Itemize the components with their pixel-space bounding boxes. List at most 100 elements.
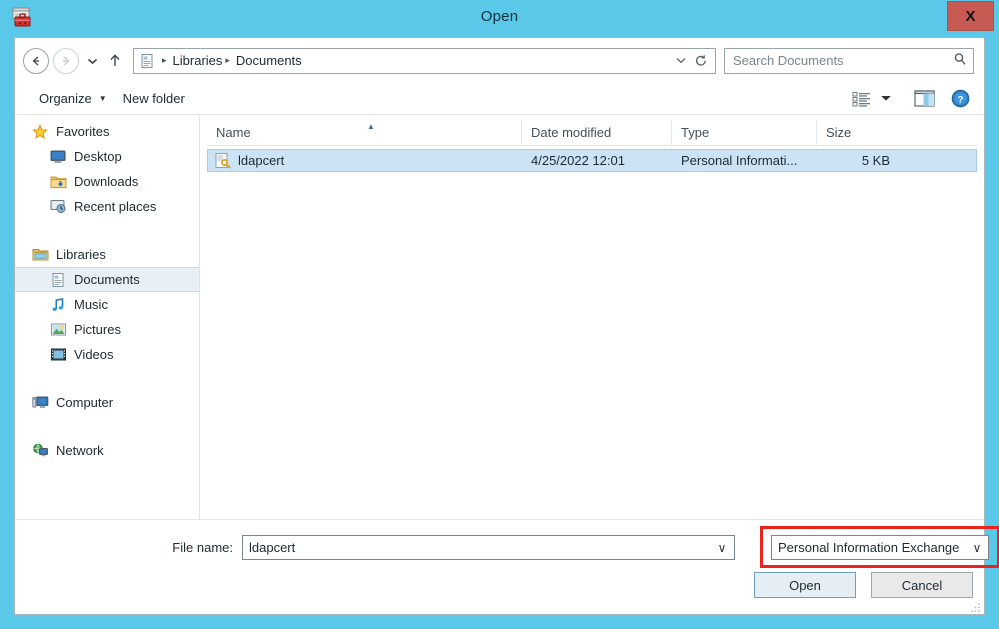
breadcrumb-documents[interactable]: Documents bbox=[236, 53, 302, 68]
search-icon bbox=[953, 52, 967, 69]
new-folder-label: New folder bbox=[122, 91, 185, 106]
cell-size: 5 KB bbox=[861, 153, 890, 168]
nav-group-network: Network bbox=[15, 438, 199, 463]
preview-pane-button[interactable] bbox=[910, 87, 939, 111]
up-one-level-button[interactable] bbox=[103, 49, 127, 73]
star-icon bbox=[31, 123, 49, 140]
breadcrumb-separator-0: ▸ bbox=[162, 55, 167, 65]
sidebar-label: Pictures bbox=[74, 322, 121, 337]
nav-group-computer: Computer bbox=[15, 390, 199, 415]
column-header-name[interactable]: Name ▲ bbox=[207, 120, 522, 145]
chevron-down-icon bbox=[676, 58, 686, 64]
column-header-date-modified[interactable]: Date modified bbox=[522, 120, 672, 145]
column-header-size[interactable]: Size bbox=[817, 120, 897, 145]
forward-button[interactable] bbox=[53, 47, 79, 74]
network-icon bbox=[31, 443, 49, 459]
cancel-button[interactable]: Cancel bbox=[871, 572, 973, 598]
view-options-dropdown[interactable] bbox=[876, 87, 896, 111]
list-view-icon bbox=[852, 91, 870, 107]
breadcrumb-separator-1: ▸ bbox=[225, 55, 230, 65]
file-list-pane: Name ▲ Date modified Type Size ldapcert … bbox=[200, 115, 984, 519]
sidebar-label: Network bbox=[56, 443, 104, 458]
svg-text:?: ? bbox=[958, 94, 964, 105]
table-row[interactable]: ldapcert 4/25/2022 12:01 Personal Inform… bbox=[207, 149, 977, 172]
sort-ascending-icon: ▲ bbox=[367, 122, 375, 131]
cell-name: ldapcert bbox=[208, 152, 523, 170]
chevron-down-icon bbox=[87, 58, 97, 64]
preview-pane-icon bbox=[914, 90, 935, 107]
sidebar-item-libraries[interactable]: Libraries bbox=[15, 242, 199, 267]
recent-places-icon bbox=[49, 199, 67, 215]
downloads-folder-icon bbox=[49, 174, 67, 190]
cell-date-modified: 4/25/2022 12:01 bbox=[531, 153, 625, 168]
open-file-dialog: Open X ▸ Libraries ▸ Documents Search Do… bbox=[0, 0, 999, 629]
dialog-footer: File name: ∨ Personal Information Exchan… bbox=[15, 519, 999, 614]
sidebar-item-recent-places[interactable]: Recent places bbox=[15, 194, 199, 219]
back-arrow-icon bbox=[32, 55, 39, 66]
dialog-body: Favorites Desktop Downloads Recent place… bbox=[15, 114, 984, 519]
close-button[interactable]: X bbox=[947, 1, 994, 31]
dialog-client-area: ▸ Libraries ▸ Documents Search Documents… bbox=[14, 37, 999, 615]
refresh-button[interactable] bbox=[691, 50, 711, 72]
cell-type: Personal Informati... bbox=[681, 153, 798, 168]
resize-grip[interactable] bbox=[968, 599, 982, 613]
navigation-pane: Favorites Desktop Downloads Recent place… bbox=[15, 115, 200, 519]
open-button[interactable]: Open bbox=[754, 572, 856, 598]
chevron-down-icon: ∨ bbox=[972, 540, 982, 555]
address-bar[interactable]: ▸ Libraries ▸ Documents bbox=[133, 47, 716, 74]
chevron-down-icon: ▼ bbox=[98, 94, 107, 103]
sidebar-item-documents[interactable]: Documents bbox=[15, 267, 199, 292]
filename-input[interactable] bbox=[249, 540, 712, 555]
sidebar-label: Recent places bbox=[74, 199, 157, 214]
column-header-type[interactable]: Type bbox=[672, 120, 817, 145]
sidebar-label: Downloads bbox=[74, 174, 139, 189]
libraries-folder-icon bbox=[31, 247, 49, 263]
toolbox-icon bbox=[11, 6, 33, 28]
sidebar-item-music[interactable]: Music bbox=[15, 292, 199, 317]
sidebar-item-network[interactable]: Network bbox=[15, 438, 199, 463]
up-arrow-icon bbox=[110, 54, 120, 66]
sidebar-label: Favorites bbox=[56, 124, 110, 139]
breadcrumb-libraries[interactable]: Libraries bbox=[173, 53, 223, 68]
sidebar-item-desktop[interactable]: Desktop bbox=[15, 144, 199, 169]
sidebar-item-computer[interactable]: Computer bbox=[15, 390, 199, 415]
sidebar-item-favorites[interactable]: Favorites bbox=[15, 119, 199, 144]
chevron-down-icon bbox=[881, 96, 891, 101]
file-name: ldapcert bbox=[238, 153, 285, 168]
column-header-row: Name ▲ Date modified Type Size bbox=[207, 120, 977, 146]
new-folder-button[interactable]: New folder bbox=[115, 87, 193, 111]
title-bar[interactable]: Open X bbox=[0, 0, 999, 33]
column-label: Size bbox=[826, 125, 852, 140]
organize-button[interactable]: Organize ▼ bbox=[31, 87, 115, 111]
navigation-bar: ▸ Libraries ▸ Documents bbox=[15, 38, 984, 83]
sidebar-item-pictures[interactable]: Pictures bbox=[15, 317, 199, 342]
organize-label: Organize bbox=[39, 91, 92, 106]
search-input[interactable] bbox=[733, 53, 953, 68]
sidebar-label: Music bbox=[74, 297, 108, 312]
action-buttons: Open Cancel bbox=[15, 572, 984, 600]
address-dropdown-button[interactable] bbox=[671, 50, 691, 72]
sidebar-item-videos[interactable]: Videos bbox=[15, 342, 199, 367]
sidebar-item-downloads[interactable]: Downloads bbox=[15, 169, 199, 194]
column-label: Name bbox=[216, 125, 251, 140]
recent-locations-button[interactable] bbox=[83, 49, 101, 73]
computer-icon bbox=[31, 395, 49, 411]
search-box[interactable] bbox=[724, 47, 974, 74]
filename-field[interactable]: ∨ bbox=[242, 535, 735, 560]
sidebar-label: Computer bbox=[56, 395, 114, 410]
view-options-button[interactable] bbox=[848, 87, 876, 111]
filetype-dropdown[interactable]: Personal Information Exchange ∨ bbox=[771, 535, 989, 560]
chevron-down-icon[interactable]: ∨ bbox=[712, 541, 732, 555]
command-toolbar: Organize ▼ New folder ? bbox=[15, 83, 984, 114]
back-button[interactable] bbox=[23, 47, 49, 74]
column-label: Date modified bbox=[531, 125, 612, 140]
help-icon: ? bbox=[951, 89, 970, 108]
help-button[interactable]: ? bbox=[947, 87, 974, 111]
filetype-value: Personal Information Exchange bbox=[778, 540, 960, 555]
forward-arrow-icon bbox=[63, 55, 70, 66]
sidebar-label: Desktop bbox=[74, 149, 122, 164]
nav-group-favorites: Favorites Desktop Downloads Recent place… bbox=[15, 119, 199, 219]
